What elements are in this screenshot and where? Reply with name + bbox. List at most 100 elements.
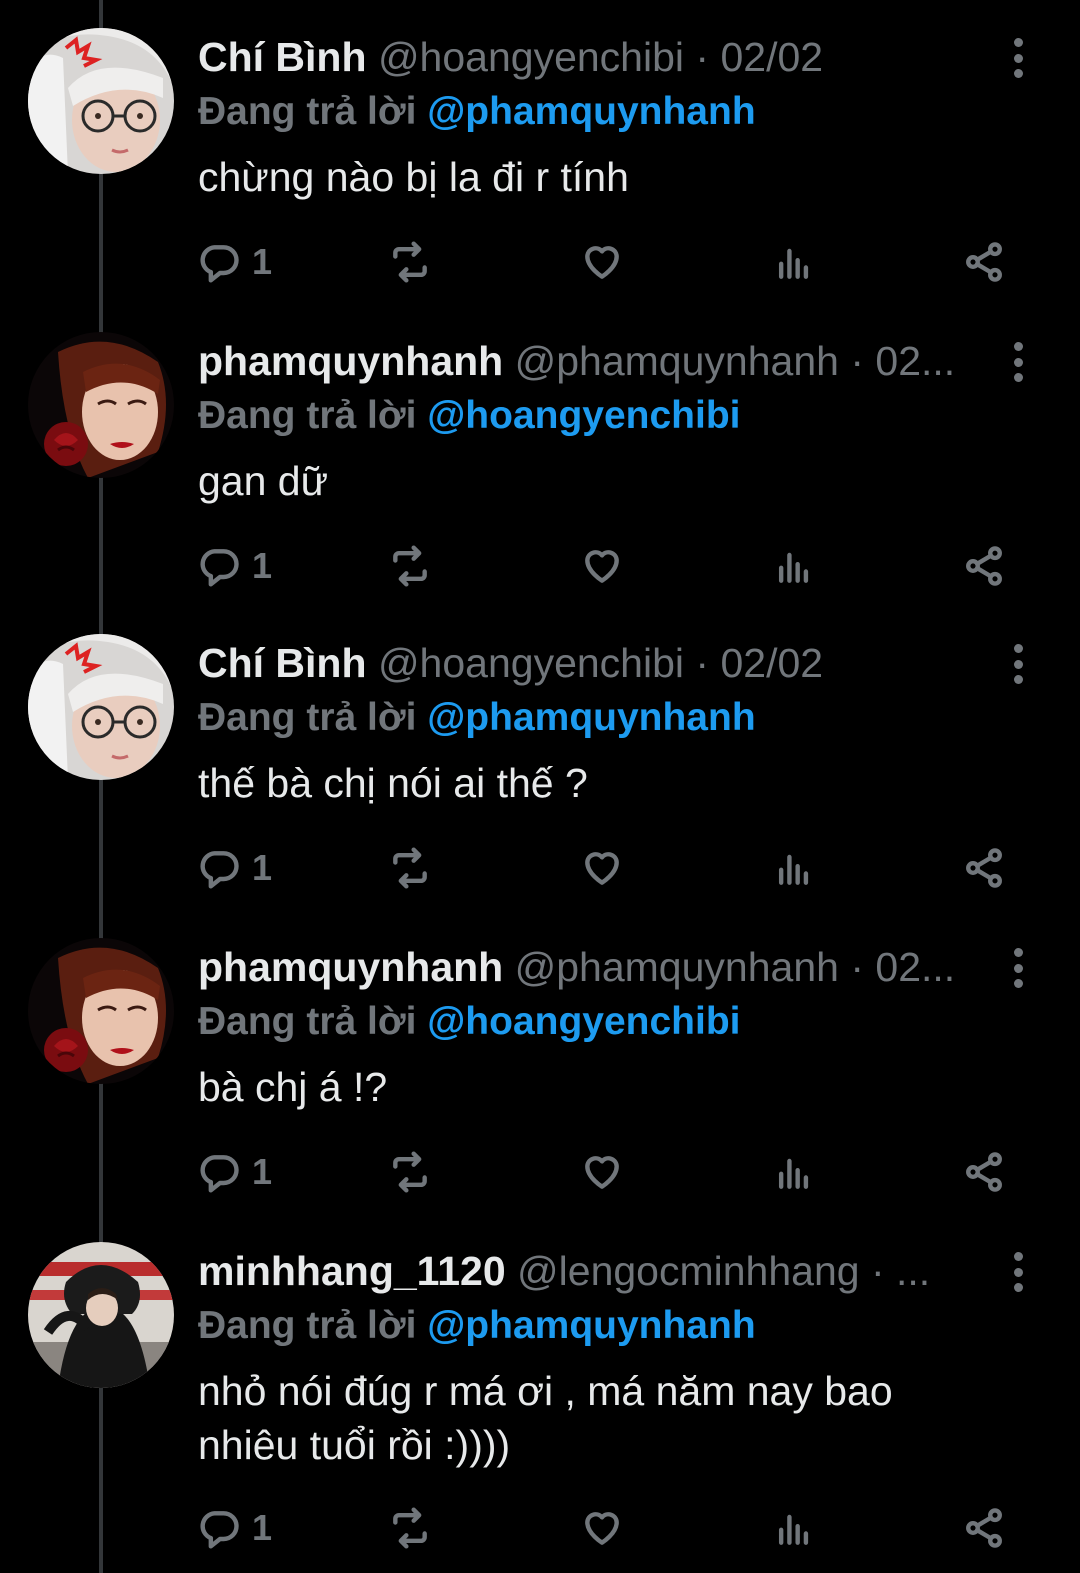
- retweet-icon: [393, 241, 427, 283]
- separator-dot: ·: [850, 944, 864, 990]
- views-icon: [778, 248, 809, 279]
- display-name[interactable]: Chí Bình: [198, 640, 367, 686]
- like-button[interactable]: [580, 838, 624, 898]
- views-button[interactable]: [772, 838, 816, 898]
- like-button[interactable]: [580, 536, 624, 596]
- views-button[interactable]: [772, 1142, 816, 1202]
- user-handle[interactable]: @lengocminhhang: [517, 1248, 860, 1294]
- tweet-header: phamquynhanh @phamquynhanh · 02...: [198, 334, 1000, 388]
- avatar-rose-girl: [28, 332, 174, 478]
- like-button[interactable]: [580, 1142, 624, 1202]
- share-button[interactable]: [962, 232, 1006, 292]
- replying-to: Đang trả lời @hoangyenchibi: [198, 996, 741, 1048]
- action-bar: 1: [0, 838, 1080, 898]
- share-icon: [966, 242, 1002, 282]
- separator-dot: ·: [850, 338, 864, 384]
- user-handle[interactable]: @phamquynhanh: [515, 944, 839, 990]
- reply-icon: [200, 1511, 239, 1549]
- retweet-icon: [393, 847, 427, 889]
- share-button[interactable]: [962, 1498, 1006, 1558]
- tweet-header: minhhang_1120 @lengocminhhang · ...: [198, 1244, 1000, 1298]
- like-button[interactable]: [580, 232, 624, 292]
- separator-dot: ·: [870, 1248, 885, 1294]
- reply-icon: [200, 1155, 239, 1193]
- share-button[interactable]: [962, 1142, 1006, 1202]
- reply-button[interactable]: 1: [198, 232, 272, 292]
- tweet-date[interactable]: 02...: [875, 944, 955, 990]
- display-name[interactable]: phamquynhanh: [198, 944, 503, 990]
- tweet-date[interactable]: 02/02: [720, 640, 823, 686]
- reply-icon: [200, 851, 239, 889]
- views-icon: [778, 552, 809, 583]
- tweet-header: phamquynhanh @phamquynhanh · 02...: [198, 940, 1000, 994]
- retweet-icon: [393, 1507, 427, 1549]
- like-button[interactable]: [580, 1498, 624, 1558]
- avatar-rose-girl: [28, 938, 174, 1084]
- tweet-text: chừng nào bị la đi r tính: [198, 154, 629, 200]
- retweet-button[interactable]: [388, 1498, 432, 1558]
- user-handle[interactable]: @phamquynhanh: [515, 338, 839, 384]
- retweet-button[interactable]: [388, 1142, 432, 1202]
- tweet-date[interactable]: 02/02: [720, 34, 823, 80]
- replying-label: Đang trả lời: [198, 394, 417, 437]
- retweet-button[interactable]: [388, 838, 432, 898]
- action-bar: 1: [0, 536, 1080, 596]
- action-bar: 1: [0, 1142, 1080, 1202]
- reply-count: 1: [252, 545, 273, 586]
- reply-count: 1: [252, 1507, 273, 1548]
- replying-mention[interactable]: @hoangyenchibi: [427, 1000, 740, 1043]
- retweet-button[interactable]: [388, 536, 432, 596]
- views-button[interactable]: [772, 1498, 816, 1558]
- avatar[interactable]: [28, 938, 174, 1084]
- more-icon[interactable]: [1004, 342, 1032, 382]
- tweet-date[interactable]: ...: [896, 1248, 930, 1294]
- share-icon: [966, 1152, 1002, 1192]
- separator-dot: ·: [695, 640, 710, 686]
- reply-count: 1: [252, 1151, 273, 1192]
- share-icon: [966, 848, 1002, 888]
- views-icon: [778, 1514, 809, 1545]
- display-name[interactable]: Chí Bình: [198, 34, 367, 80]
- replying-label: Đang trả lời: [198, 1000, 417, 1043]
- more-icon[interactable]: [1004, 1252, 1032, 1292]
- replying-mention[interactable]: @hoangyenchibi: [427, 394, 740, 437]
- more-icon[interactable]: [1004, 948, 1032, 988]
- reply-button[interactable]: 1: [198, 838, 272, 898]
- share-button[interactable]: [962, 838, 1006, 898]
- avatar-glasses-girl: [28, 634, 174, 780]
- replying-mention[interactable]: @phamquynhanh: [427, 90, 755, 133]
- more-icon[interactable]: [1004, 38, 1032, 78]
- user-handle[interactable]: @hoangyenchibi: [378, 640, 684, 686]
- heart-icon: [585, 246, 619, 279]
- tweet-text: nhỏ nói đúg r má ơi , má năm nay bao nhi…: [198, 1368, 893, 1468]
- avatar[interactable]: [28, 332, 174, 478]
- avatar[interactable]: [28, 28, 174, 174]
- user-handle[interactable]: @hoangyenchibi: [378, 34, 684, 80]
- more-icon[interactable]: [1004, 644, 1032, 684]
- views-button[interactable]: [772, 232, 816, 292]
- tweet-text: bà chj á !?: [198, 1064, 388, 1110]
- replying-label: Đang trả lời: [198, 1304, 417, 1347]
- reply-button[interactable]: 1: [198, 1142, 272, 1202]
- views-button[interactable]: [772, 536, 816, 596]
- retweet-button[interactable]: [388, 232, 432, 292]
- reply-button[interactable]: 1: [198, 536, 272, 596]
- avatar[interactable]: [28, 634, 174, 780]
- heart-icon: [585, 1512, 619, 1545]
- display-name[interactable]: minhhang_1120: [198, 1248, 506, 1294]
- tweet-text: gan dữ: [198, 458, 329, 504]
- views-icon: [778, 854, 809, 885]
- replying-mention[interactable]: @phamquynhanh: [427, 1304, 755, 1347]
- tweet-date[interactable]: 02...: [875, 338, 955, 384]
- share-button[interactable]: [962, 536, 1006, 596]
- replying-to: Đang trả lời @hoangyenchibi: [198, 390, 741, 442]
- retweet-icon: [393, 1151, 427, 1193]
- replying-to: Đang trả lời @phamquynhanh: [198, 86, 756, 138]
- replying-mention[interactable]: @phamquynhanh: [427, 696, 755, 739]
- reply-icon: [200, 245, 239, 283]
- reply-button[interactable]: 1: [198, 1498, 272, 1558]
- share-icon: [966, 546, 1002, 586]
- avatar[interactable]: [28, 1242, 174, 1388]
- display-name[interactable]: phamquynhanh: [198, 338, 503, 384]
- avatar-hooded-girl: [28, 1242, 174, 1388]
